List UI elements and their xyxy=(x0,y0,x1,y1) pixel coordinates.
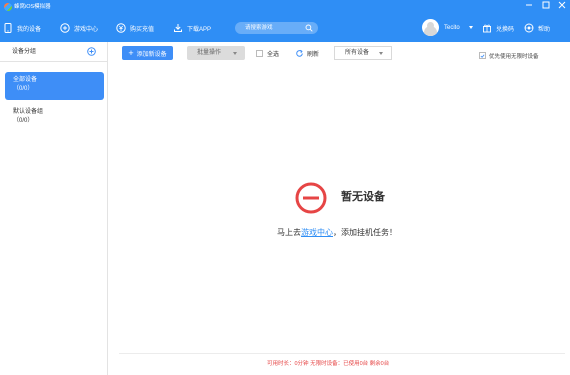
check-icon xyxy=(480,53,485,58)
gamepad-icon xyxy=(60,23,70,33)
username[interactable]: Tecito xyxy=(444,24,460,32)
add-device-label: 添加新设备 xyxy=(136,51,167,58)
toolbar: + 添加新设备 批量操作 全选 刷新 所有设备 优先使用无限时设备 xyxy=(108,42,570,64)
refresh-icon xyxy=(296,49,303,57)
sidebar-item-all-devices[interactable]: 全部设备 （0/0） xyxy=(5,72,104,100)
search-input[interactable]: 请搜索游戏 xyxy=(235,22,318,34)
search-placeholder: 请搜索游戏 xyxy=(245,25,273,31)
add-device-button[interactable]: + 添加新设备 xyxy=(122,46,173,60)
chevron-down-icon xyxy=(233,52,237,55)
device-filter-select[interactable]: 所有设备 xyxy=(334,46,392,60)
nav-label: 我的设备 xyxy=(17,26,42,33)
help-icon xyxy=(524,23,534,33)
batch-operation-dropdown[interactable]: 批量操作 xyxy=(187,46,245,60)
redeem-code-button[interactable]: 兑换码 xyxy=(482,22,514,34)
nav-recharge[interactable]: 购买充值 xyxy=(116,22,154,34)
empty-state-title: 暂无设备 xyxy=(341,191,385,203)
game-center-link[interactable]: 游戏中心 xyxy=(301,228,333,237)
nav-my-devices[interactable]: 我的设备 xyxy=(3,22,41,34)
status-text: 可用时长：0分钟 无限时设备：已使用0台 剩余0台 xyxy=(267,361,390,367)
phone-icon xyxy=(3,23,13,33)
close-icon xyxy=(558,1,566,9)
app-logo xyxy=(4,3,12,11)
download-icon xyxy=(173,23,183,33)
chevron-down-icon[interactable] xyxy=(469,26,473,29)
filter-value: 所有设备 xyxy=(345,50,370,56)
nav-game-center[interactable]: 游戏中心 xyxy=(60,22,98,34)
group-count: （0/0） xyxy=(13,86,34,92)
close-button[interactable] xyxy=(556,0,568,10)
help-label: 帮助 xyxy=(538,26,551,33)
add-group-icon[interactable] xyxy=(87,47,96,56)
group-name: 默认设备组 xyxy=(13,109,44,115)
divider xyxy=(119,353,565,354)
minimize-button[interactable] xyxy=(523,0,535,10)
search-icon[interactable] xyxy=(305,24,313,32)
batch-label: 批量操作 xyxy=(197,50,222,56)
app-title: 蜂窝iOS模拟器 xyxy=(14,4,51,10)
plus-icon: + xyxy=(128,47,134,58)
group-name: 全部设备 xyxy=(13,77,38,83)
gift-icon xyxy=(482,23,492,33)
select-all-label: 全选 xyxy=(267,51,280,58)
prefer-unlimited-checkbox[interactable]: 优先使用无限时设备 xyxy=(479,51,539,60)
empty-msg-prefix: 马上去 xyxy=(277,228,301,237)
refresh-label: 刷新 xyxy=(307,51,320,58)
minimize-icon xyxy=(526,4,532,6)
device-group-sidebar: 设备分组 全部设备 （0/0） 默认设备组 （0/0） xyxy=(0,42,108,375)
help-button[interactable]: 帮助 xyxy=(524,22,550,34)
nav-label: 下载APP xyxy=(187,26,212,33)
select-all-checkbox[interactable]: 全选 xyxy=(256,46,279,60)
sidebar-item-default-group[interactable]: 默认设备组 （0/0） xyxy=(5,104,104,132)
empty-state-message: 马上去游戏中心，添加挂机任务！ xyxy=(277,228,397,238)
redeem-label: 兑换码 xyxy=(496,26,515,33)
maximize-icon xyxy=(542,1,550,9)
avatar[interactable] xyxy=(422,19,439,36)
recharge-icon xyxy=(116,23,126,33)
maximize-button[interactable] xyxy=(540,0,552,10)
nav-download-app[interactable]: 下载APP xyxy=(173,22,211,34)
no-device-icon xyxy=(295,182,327,214)
title-bar: 蜂窝iOS模拟器 我的设备 游戏中心 购买充值 下载APP 请搜索游戏 Teci… xyxy=(0,0,570,42)
nav-label: 购买充值 xyxy=(130,26,155,33)
group-count: （0/0） xyxy=(13,118,34,124)
checkbox[interactable] xyxy=(479,52,486,59)
sidebar-header: 设备分组 xyxy=(0,42,108,62)
refresh-button[interactable]: 刷新 xyxy=(295,46,319,60)
prefer-label: 优先使用无限时设备 xyxy=(489,53,539,60)
nav-label: 游戏中心 xyxy=(74,26,99,33)
sidebar-title: 设备分组 xyxy=(12,49,37,55)
empty-msg-suffix: ，添加挂机任务！ xyxy=(333,228,397,237)
chevron-down-icon xyxy=(379,52,383,55)
checkbox[interactable] xyxy=(256,49,263,57)
